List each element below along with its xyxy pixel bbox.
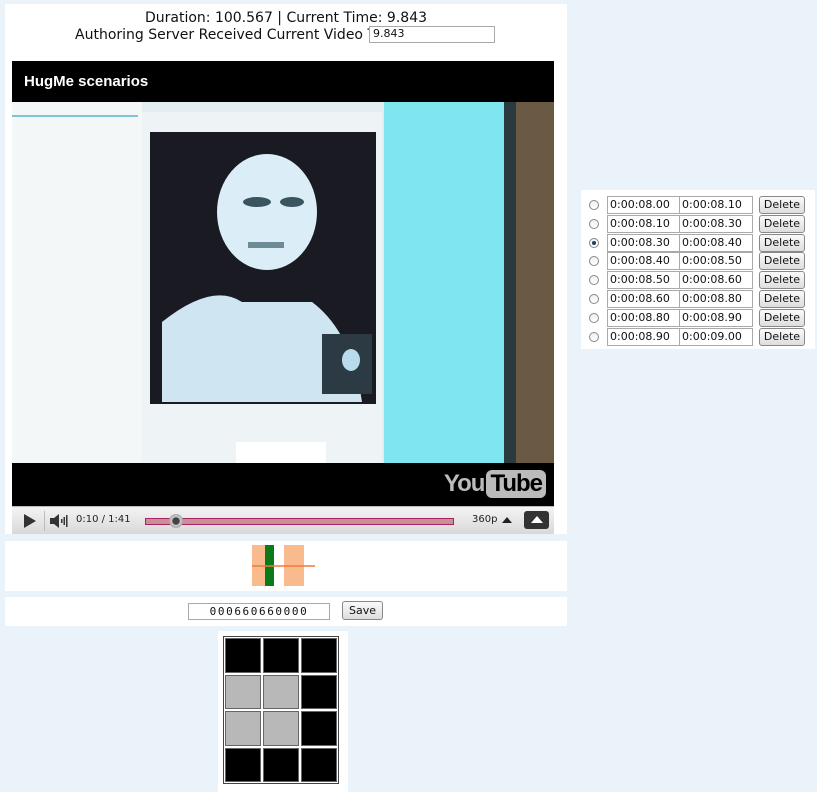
segment-row: 0:00:08.60 0:00:08.80 Delete [581, 290, 815, 308]
segment-start-field[interactable]: 0:00:08.10 [607, 214, 681, 233]
segment-start-field[interactable]: 0:00:08.90 [607, 327, 681, 346]
segment-delete-button[interactable]: Delete [759, 290, 805, 308]
segment-radio[interactable] [589, 294, 599, 304]
segment-start-field[interactable]: 0:00:08.50 [607, 271, 681, 290]
segment-start-field[interactable]: 0:00:08.30 [607, 233, 681, 252]
segment-start-field[interactable]: 0:00:08.00 [607, 196, 681, 214]
segment-radio[interactable] [589, 237, 599, 248]
progress-handle[interactable] [168, 514, 183, 528]
quality-select[interactable]: 360p [472, 514, 497, 525]
segment-start-field[interactable]: 0:00:08.60 [607, 290, 681, 308]
segment-row: 0:00:08.30 0:00:08.40 Delete [581, 233, 815, 252]
video-still-image [12, 102, 554, 463]
grid-cell[interactable] [263, 711, 299, 746]
segment-end-field[interactable]: 0:00:08.30 [679, 214, 753, 233]
grid-cell[interactable] [225, 638, 261, 673]
time-readout: 0:10 / 1:41 [76, 514, 131, 525]
grid-cell[interactable] [225, 711, 261, 746]
segment-radio[interactable] [589, 200, 599, 210]
segment-end-field[interactable]: 0:00:08.90 [679, 308, 753, 327]
progress-bar[interactable] [145, 518, 454, 525]
grid-cell[interactable] [263, 747, 299, 782]
segment-radio[interactable] [589, 256, 599, 267]
code-panel: 000660660000 Save [5, 597, 567, 626]
timeline-graphic[interactable] [5, 541, 567, 591]
timeline-panel [5, 541, 567, 591]
tactile-grid [223, 636, 339, 784]
grid-cell[interactable] [225, 747, 261, 782]
youtube-logo-tube: Tube [486, 470, 546, 498]
segment-delete-button[interactable]: Delete [759, 308, 805, 327]
segment-row: 0:00:08.90 0:00:09.00 Delete [581, 327, 815, 346]
segment-radio[interactable] [589, 275, 599, 286]
duration-readout: Duration: 100.567 | Current Time: 9.843 [144, 10, 428, 26]
grid-cell[interactable] [301, 674, 337, 709]
segment-start-field[interactable]: 0:00:08.40 [607, 252, 681, 271]
segments-panel: 0:00:08.00 0:00:08.10 Delete 0:00:08.10 0:00… [581, 190, 815, 349]
segment-row: 0:00:08.00 0:00:08.10 Delete [581, 196, 815, 214]
segment-delete-button[interactable]: Delete [759, 327, 805, 346]
youtube-bar: You Tube [12, 463, 554, 506]
segment-radio[interactable] [589, 331, 599, 342]
pattern-code-field[interactable]: 000660660000 [188, 603, 330, 620]
video-title[interactable]: HugMe scenarios [24, 73, 148, 90]
quality-arrow-icon[interactable] [502, 517, 512, 523]
segment-row: 0:00:08.50 0:00:08.60 Delete [581, 271, 815, 290]
segment-delete-button[interactable]: Delete [759, 196, 805, 214]
received-time-label: Authoring Server Received Current Video … [75, 27, 407, 43]
segment-radio[interactable] [589, 312, 599, 323]
segment-radio[interactable] [589, 218, 599, 229]
segment-delete-button[interactable]: Delete [759, 214, 805, 233]
received-time-field[interactable]: 9.843 [369, 26, 495, 43]
play-button[interactable] [16, 511, 42, 531]
youtube-logo[interactable]: You Tube [444, 469, 546, 499]
segment-start-field[interactable]: 0:00:08.80 [607, 308, 681, 327]
grid-cell[interactable] [301, 638, 337, 673]
segment-end-field[interactable]: 0:00:09.00 [679, 327, 753, 346]
grid-cell[interactable] [301, 711, 337, 746]
fullscreen-button[interactable] [524, 511, 549, 529]
volume-icon[interactable] [44, 511, 71, 531]
segment-end-field[interactable]: 0:00:08.60 [679, 271, 753, 290]
player-title-bar: HugMe scenarios [12, 61, 554, 102]
grid-cell[interactable] [263, 638, 299, 673]
segment-delete-button[interactable]: Delete [759, 252, 805, 271]
save-button[interactable]: Save [342, 601, 384, 620]
info-panel: Duration: 100.567 | Current Time: 9.843 … [5, 4, 567, 534]
segment-delete-button[interactable]: Delete [759, 271, 805, 290]
segment-row: 0:00:08.40 0:00:08.50 Delete [581, 252, 815, 271]
segment-end-field[interactable]: 0:00:08.10 [679, 196, 753, 214]
segment-row: 0:00:08.10 0:00:08.30 Delete [581, 214, 815, 233]
grid-cell[interactable] [263, 674, 299, 709]
youtube-logo-you: You [443, 470, 486, 497]
grid-cell[interactable] [301, 747, 337, 782]
video-player[interactable]: HugMe scenarios You Tube 0:10 / 1:41 360… [12, 61, 554, 534]
segment-end-field[interactable]: 0:00:08.40 [679, 233, 753, 252]
segment-end-field[interactable]: 0:00:08.50 [679, 252, 753, 271]
segment-row: 0:00:08.80 0:00:08.90 Delete [581, 308, 815, 327]
segment-end-field[interactable]: 0:00:08.80 [679, 290, 753, 308]
segment-delete-button[interactable]: Delete [759, 233, 805, 252]
video-frame[interactable] [12, 102, 554, 463]
grid-panel [218, 631, 348, 792]
player-controls: 0:10 / 1:41 360p [12, 506, 554, 534]
grid-cell[interactable] [225, 674, 261, 709]
